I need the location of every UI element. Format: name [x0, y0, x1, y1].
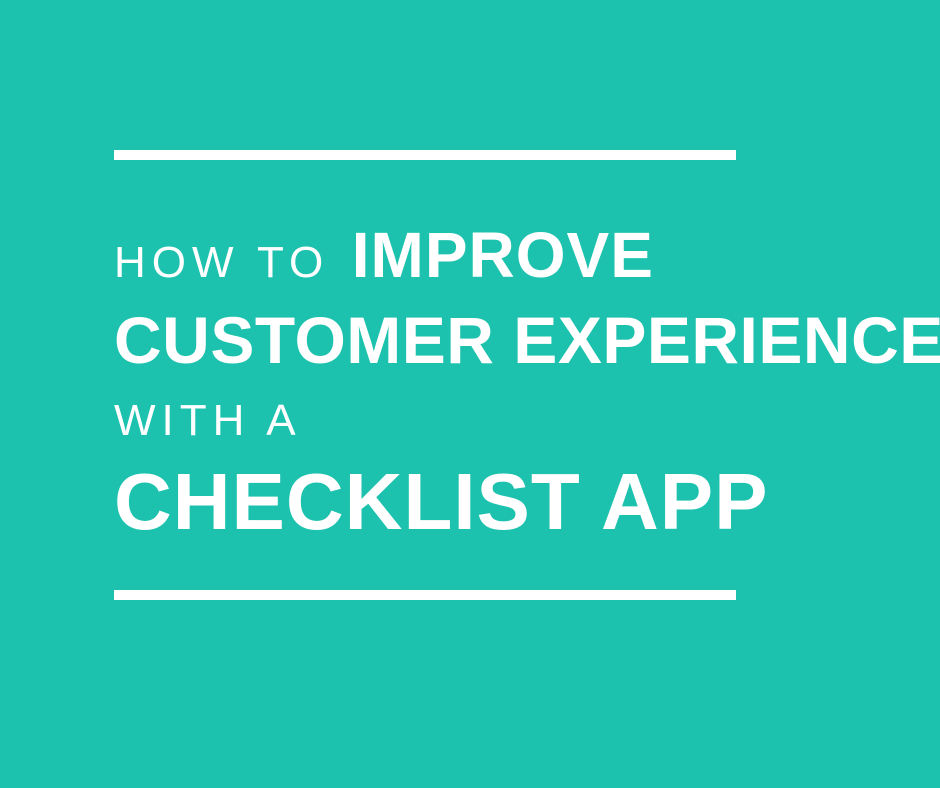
title-line-3: With a — [114, 396, 826, 446]
title-line-4: Checklist App — [114, 456, 826, 548]
divider-bottom — [114, 590, 736, 600]
divider-top — [114, 150, 736, 160]
title-line-2: Customer Experience — [114, 302, 826, 378]
title-line-1: How to Improve — [114, 218, 826, 292]
text-how-to: How to — [114, 238, 329, 287]
title-block: How to Improve Customer Experience With … — [114, 150, 826, 600]
text-with-a: With a — [114, 396, 302, 445]
text-checklist-app: Checklist App — [114, 457, 769, 546]
text-improve: Improve — [352, 219, 654, 291]
text-customer-experience: Customer Experience — [114, 303, 940, 377]
